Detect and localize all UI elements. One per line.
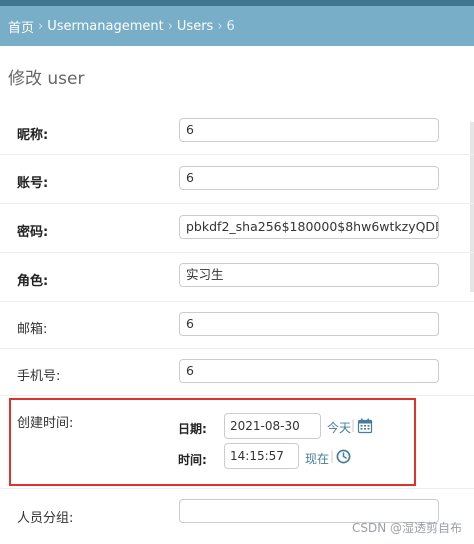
form-row-email: 邮箱: 6 bbox=[0, 302, 474, 349]
form-row-account: 账号: 6 bbox=[0, 155, 474, 204]
form-row-nickname: 昵称: 6 bbox=[0, 108, 474, 155]
breadcrumb-model-link[interactable]: Users bbox=[177, 19, 213, 34]
phone-label: 手机号: bbox=[17, 369, 61, 384]
email-input[interactable]: 6 bbox=[179, 312, 439, 336]
page-title: 修改 user bbox=[8, 69, 85, 89]
group-label: 人员分组: bbox=[17, 511, 74, 526]
breadcrumb-home-link[interactable]: 首页 bbox=[8, 17, 34, 36]
breadcrumb-separator: › bbox=[217, 18, 223, 34]
form-row-phone: 手机号: 6 bbox=[0, 349, 474, 396]
highlight-annotation-box bbox=[9, 398, 416, 486]
watermark: CSDN @湿透剪自布 bbox=[351, 521, 462, 535]
role-input[interactable]: 实习生 bbox=[179, 263, 439, 287]
password-input[interactable]: pbkdf2_sha256$180000$8hw6wtkzyQDD$nJ bbox=[179, 215, 439, 239]
form-row-role: 角色: 实习生 bbox=[0, 253, 474, 302]
form-row-password: 密码: pbkdf2_sha256$180000$8hw6wtkzyQDD$nJ bbox=[0, 204, 474, 253]
breadcrumb: 首页 › Usermanagement › Users › 6 bbox=[0, 6, 474, 46]
breadcrumb-app-link[interactable]: Usermanagement bbox=[47, 19, 164, 34]
nickname-label: 昵称: bbox=[17, 128, 49, 143]
breadcrumb-separator: › bbox=[167, 18, 173, 34]
password-label: 密码: bbox=[17, 225, 49, 240]
nickname-input[interactable]: 6 bbox=[179, 118, 439, 142]
breadcrumb-current: 6 bbox=[226, 18, 235, 34]
phone-input[interactable]: 6 bbox=[179, 359, 439, 383]
breadcrumb-separator: › bbox=[38, 18, 44, 34]
account-label: 账号: bbox=[17, 176, 49, 191]
role-label: 角色: bbox=[17, 274, 49, 289]
account-input[interactable]: 6 bbox=[179, 166, 439, 190]
email-label: 邮箱: bbox=[17, 322, 48, 337]
